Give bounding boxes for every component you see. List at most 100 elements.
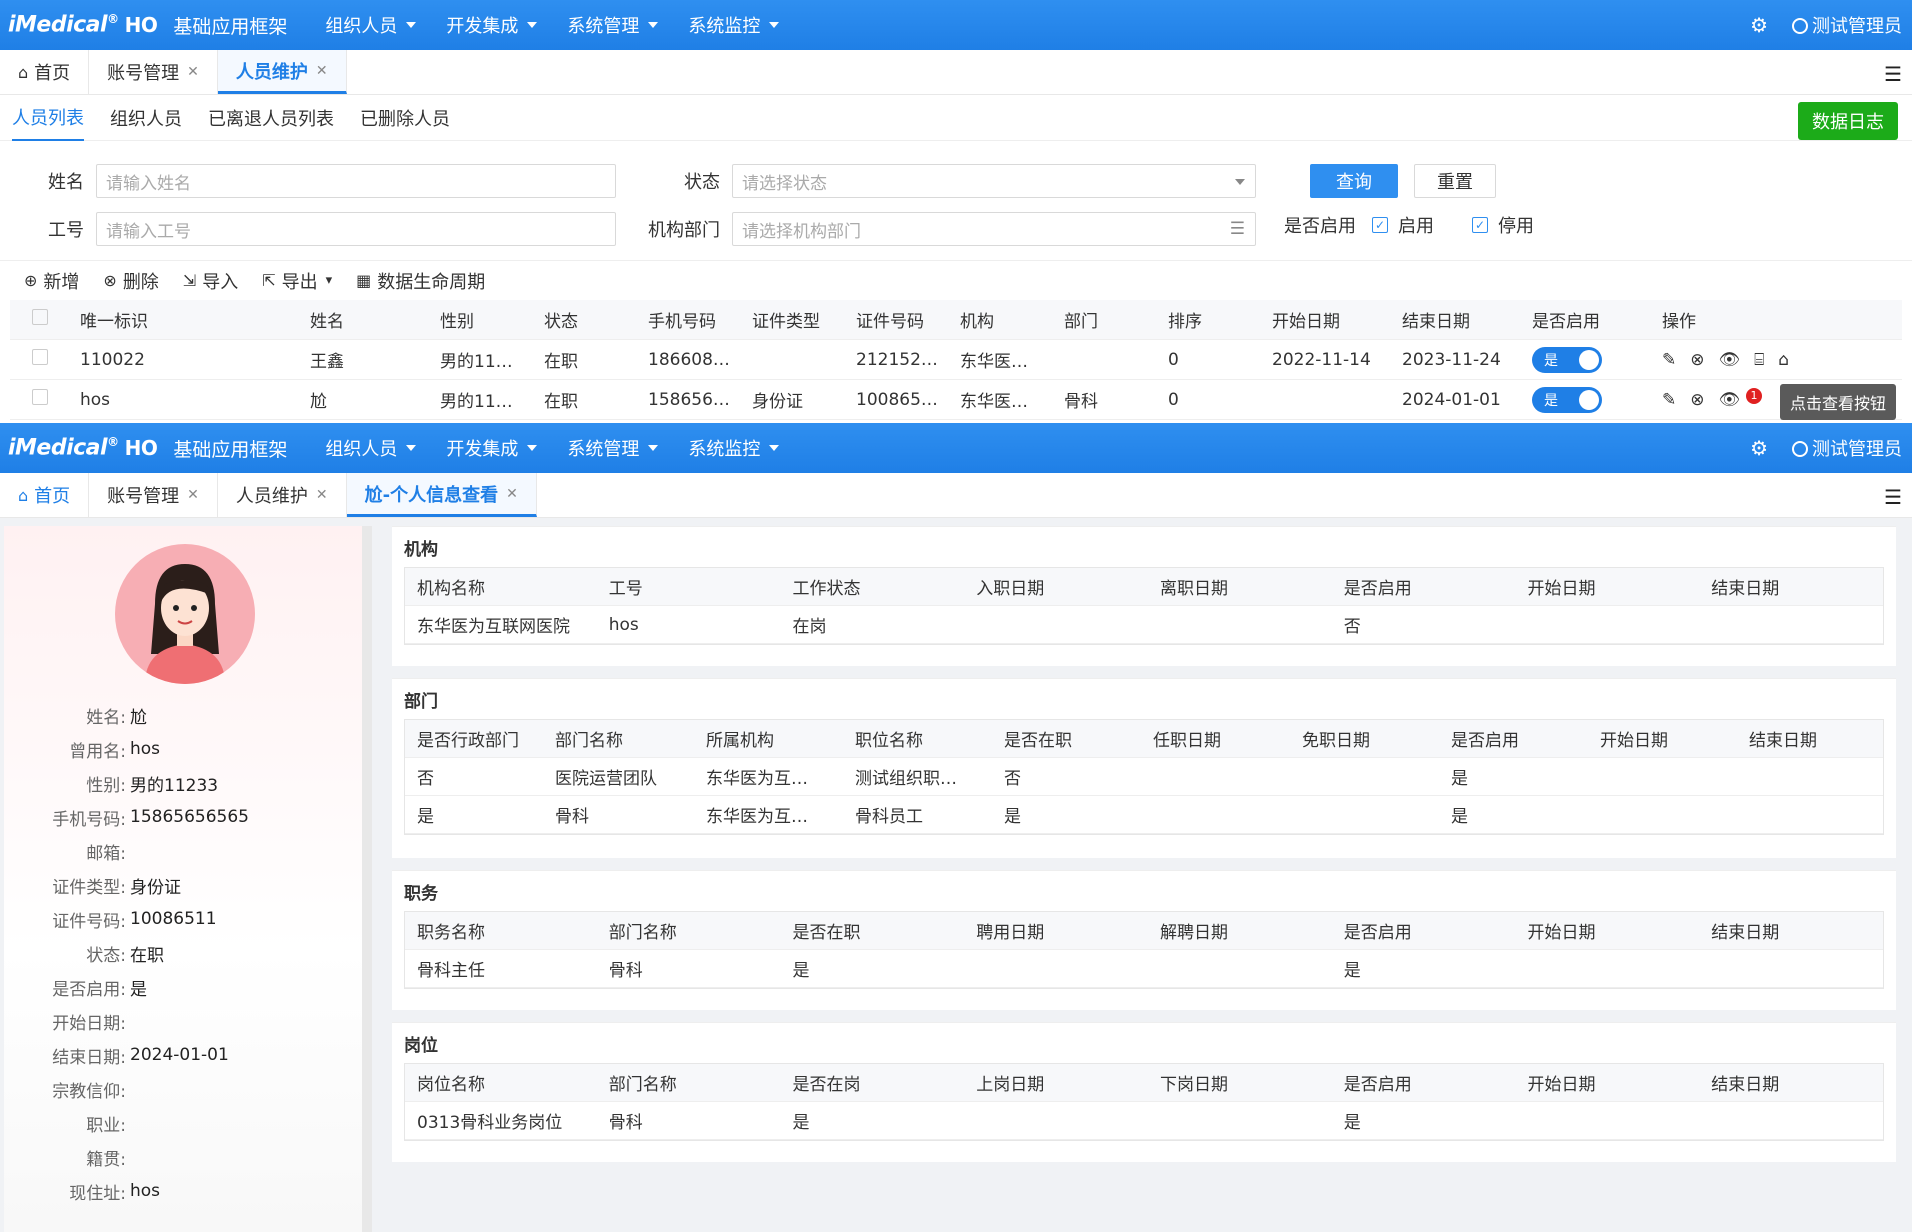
tab-person-maintain[interactable]: 人员维护 ✕ (218, 473, 347, 517)
cell: 骨科 (608, 961, 643, 981)
menu-dev[interactable]: 开发集成 (446, 12, 538, 38)
close-icon[interactable]: ✕ (187, 487, 199, 503)
bank-icon[interactable]: ⌸ (1754, 350, 1764, 370)
user-menu[interactable]: 测试管理员 (1792, 12, 1902, 38)
data-lifecycle-button[interactable]: ▦ 数据生命周期 (356, 268, 485, 294)
col-header: 机构 (960, 312, 994, 332)
add-button[interactable]: ⊕ 新增 (24, 268, 79, 294)
select-all-checkbox[interactable] (32, 309, 48, 325)
tab-home[interactable]: ⌂ 首页 (0, 50, 90, 94)
data-log-button[interactable]: 数据日志 (1798, 102, 1898, 140)
dropdown-arrow-icon (1235, 179, 1245, 185)
tab-person-maintain[interactable]: 人员维护 ✕ (217, 50, 347, 94)
hamburger-menu-icon[interactable]: ☰ (1884, 485, 1902, 509)
menu-sys[interactable]: 系统管理 (567, 12, 659, 38)
code-input[interactable]: 请输入工号 (96, 212, 616, 246)
user-menu[interactable]: 测试管理员 (1792, 435, 1902, 461)
tab-person-detail[interactable]: 尬-个人信息查看 ✕ (346, 473, 537, 517)
profile-phone: 手机号码: 15865656565 (52, 807, 249, 830)
col-header: 操作 (1662, 312, 1696, 332)
edit-icon[interactable]: ✎ (1662, 390, 1676, 410)
view-eye-icon[interactable]: 👁 (1719, 390, 1741, 410)
cell-id: hos (80, 389, 111, 410)
post-card: 岗位 岗位名称 部门名称 是否在岗 上岗日期 下岗日期 是否启用 开始日期 结束日期 0313… (392, 1022, 1896, 1162)
table-row[interactable]: hos 尬 男的11… 在职 158656… 身份证 100865… 东华医… … (10, 380, 1902, 420)
col-header: 手机号码 (648, 312, 716, 332)
col-header: 入职日期 (976, 579, 1045, 599)
menu-org[interactable]: 组织人员 (325, 12, 417, 38)
col-header: 结束日期 (1402, 312, 1470, 332)
dept-label: 机构部门 (648, 220, 720, 241)
table-header: 岗位名称 部门名称 是否在岗 上岗日期 下岗日期 是否启用 开始日期 结束日期 (405, 1064, 1883, 1102)
delete-button[interactable]: ⊗ 删除 (103, 268, 158, 294)
subtab-person-list[interactable]: 人员列表 (12, 95, 84, 141)
col-header: 是否在岗 (792, 1075, 861, 1095)
hamburger-menu-icon[interactable]: ☰ (1884, 62, 1902, 86)
reset-button[interactable]: 重置 (1414, 164, 1496, 198)
col-header: 结束日期 (1711, 923, 1780, 943)
x-circle-icon: ⊗ (103, 271, 117, 290)
query-button[interactable]: 查询 (1310, 164, 1398, 198)
import-button[interactable]: ⇲ 导入 (183, 268, 238, 294)
enabled-checkbox[interactable]: ✓ (1372, 217, 1388, 233)
dept-select[interactable]: 请选择机构部门 ☰ (732, 212, 1256, 246)
list-icon: ☰ (1229, 219, 1245, 239)
menu-sys[interactable]: 系统管理 (567, 435, 659, 461)
col-header: 证件号码 (856, 312, 924, 332)
cell-name: 王鑫 (310, 352, 344, 372)
logo: iMedical® HO (8, 12, 158, 38)
cell: 东华医为互… (706, 807, 808, 827)
close-icon[interactable]: ✕ (316, 63, 328, 79)
tab-account[interactable]: 账号管理 ✕ (89, 473, 218, 517)
disabled-checkbox[interactable]: ✓ (1472, 217, 1488, 233)
row-checkbox[interactable] (32, 389, 48, 405)
menu-org[interactable]: 组织人员 (325, 435, 417, 461)
close-icon[interactable]: ✕ (316, 487, 328, 503)
dept-card-title: 部门 (404, 691, 438, 712)
cell-dept: 骨科 (1064, 392, 1098, 412)
menu-dev[interactable]: 开发集成 (446, 435, 538, 461)
table-header: 唯一标识 姓名 性别 状态 手机号码 证件类型 证件号码 机构 部门 排序 开始… (10, 300, 1902, 340)
user-icon (1792, 441, 1808, 457)
cell: 是 (1004, 807, 1021, 827)
profile-start-date: 开始日期: (52, 1013, 126, 1034)
name-input[interactable]: 请输入姓名 (96, 164, 616, 198)
profile-end-date: 结束日期: 2024-01-01 (52, 1045, 229, 1068)
settings-gear-icon[interactable]: ⚙ (1750, 436, 1768, 460)
tab-account[interactable]: 账号管理 ✕ (89, 50, 218, 94)
menu-monitor[interactable]: 系统监控 (688, 435, 780, 461)
col-header: 是否启用 (1343, 579, 1412, 599)
duty-table: 职务名称 部门名称 是否在职 聘用日期 解聘日期 是否启用 开始日期 结束日期 骨科主任 骨科 是… (404, 911, 1884, 989)
export-button[interactable]: ⇱ 导出 ▾ (262, 268, 332, 294)
edit-icon[interactable]: ✎ (1662, 350, 1676, 370)
org-card: 机构 机构名称 工号 工作状态 入职日期 离职日期 是否启用 开始日期 结束日期 东华医为互联… (392, 526, 1896, 666)
cell: 否 (1004, 769, 1021, 789)
action-toolbar: ⊕ 新增 ⊗ 删除 ⇲ 导入 ⇱ 导出 ▾ ▦ 数据生命周期 (0, 260, 1912, 300)
tab-home[interactable]: ⌂ 首页 (0, 473, 90, 517)
menu-monitor[interactable]: 系统监控 (688, 12, 780, 38)
app-title: 基础应用框架 (173, 438, 288, 461)
home-icon[interactable]: ⌂ (1778, 350, 1789, 370)
subtab-org-person[interactable]: 组织人员 (110, 95, 182, 141)
close-icon[interactable]: ✕ (506, 486, 518, 502)
enable-switch[interactable]: 是 (1532, 346, 1602, 373)
col-header: 所属机构 (706, 731, 774, 751)
table-row: 骨科主任 骨科 是 是 (405, 950, 1883, 988)
status-select[interactable]: 请选择状态 (732, 164, 1256, 198)
enable-switch[interactable]: 是 (1532, 386, 1602, 413)
col-header: 姓名 (310, 312, 344, 332)
cancel-icon[interactable]: ⊗ (1690, 390, 1704, 410)
subtab-retired[interactable]: 已离退人员列表 (208, 95, 334, 141)
import-icon: ⇲ (182, 271, 197, 290)
profile-panel: 姓名: 尬 曾用名: hos 性别: 男的11233 手机号码: 15865656565… (4, 526, 372, 1232)
settings-gear-icon[interactable]: ⚙ (1750, 13, 1768, 37)
table-row[interactable]: 110022 王鑫 男的11… 在职 186608… 212152… 东华医… … (10, 340, 1902, 380)
view-eye-icon[interactable]: 👁 (1719, 350, 1741, 370)
cancel-icon[interactable]: ⊗ (1690, 350, 1704, 370)
close-icon[interactable]: ✕ (187, 64, 199, 80)
caret-down-icon (406, 445, 417, 451)
profile-former-name: 曾用名: hos (69, 739, 161, 762)
cell-org: 东华医… (960, 352, 1028, 372)
row-checkbox[interactable] (32, 349, 48, 365)
subtab-deleted[interactable]: 已删除人员 (360, 95, 450, 141)
